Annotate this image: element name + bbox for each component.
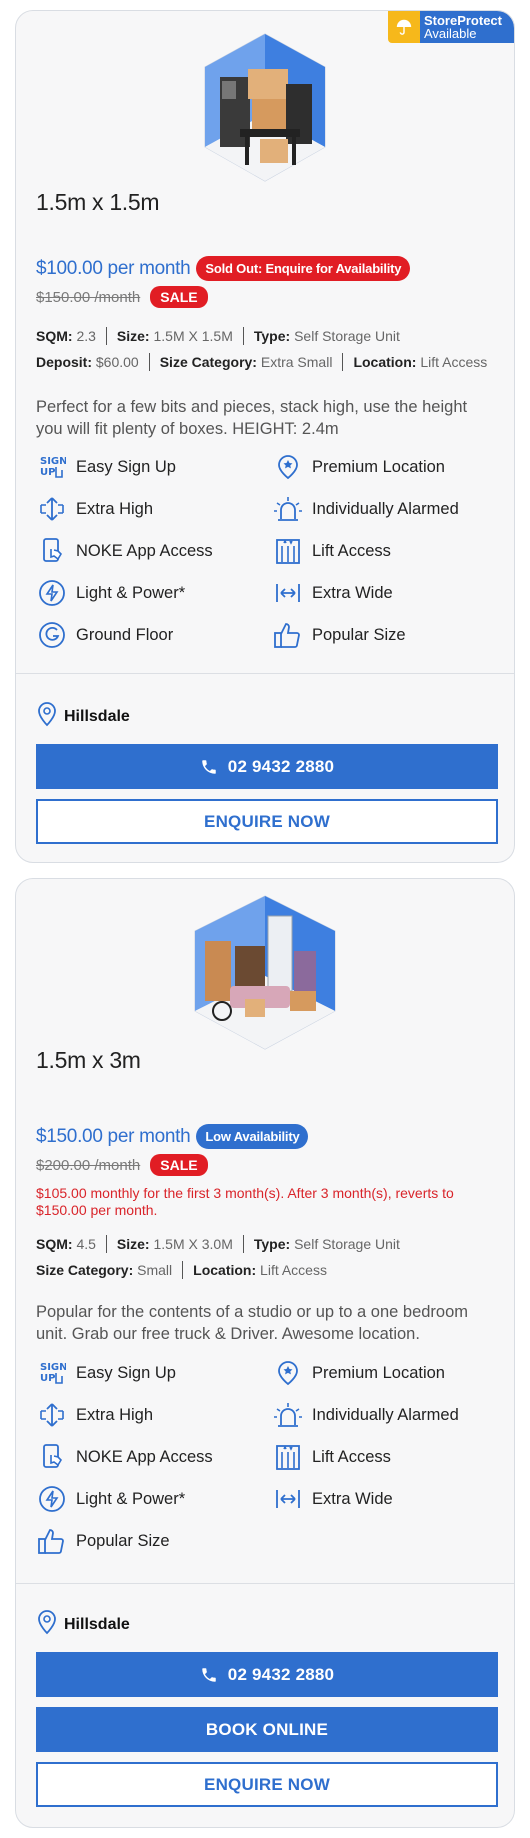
facility-location: Hillsdale bbox=[36, 701, 130, 732]
feature-item: Premium Location bbox=[272, 1359, 508, 1387]
spec-deposit: $60.00 bbox=[95, 354, 139, 370]
storage-unit-illustration bbox=[194, 895, 336, 1050]
extra-high-icon bbox=[36, 495, 68, 523]
spec-sqm: 2.3 bbox=[76, 328, 96, 344]
ground-floor-icon bbox=[36, 621, 68, 649]
extra-high-icon bbox=[36, 1401, 68, 1429]
unit-title: 1.5m x 3m bbox=[36, 1047, 141, 1073]
extra-wide-icon bbox=[272, 579, 304, 607]
sign-up-icon: SIGN UP bbox=[36, 453, 68, 481]
feature-item: SIGN UP Easy Sign Up bbox=[36, 1359, 272, 1387]
unit-card: 1.5m x 3m $150.00 per month Low Availabi… bbox=[15, 878, 515, 1828]
umbrella-icon bbox=[387, 11, 420, 43]
svg-text:SIGN: SIGN bbox=[40, 456, 66, 467]
unit-title: 1.5m x 1.5m bbox=[36, 189, 160, 215]
phone-app-icon bbox=[36, 537, 68, 565]
map-pin-icon bbox=[36, 1609, 58, 1640]
sale-badge: SALE bbox=[150, 1154, 208, 1176]
unit-card: StoreProtect Available 1.5m x 1.5m $100.… bbox=[15, 10, 515, 863]
feature-item: Extra High bbox=[36, 1401, 272, 1429]
spec-location: Lift Access bbox=[260, 1262, 327, 1278]
promo-text: $105.00 monthly for the first 3 month(s)… bbox=[36, 1185, 454, 1218]
svg-text:SIGN: SIGN bbox=[40, 1362, 66, 1373]
feature-item: Lift Access bbox=[272, 537, 508, 565]
unit-description: Popular for the contents of a studio or … bbox=[36, 1303, 469, 1343]
feature-item: Extra High bbox=[36, 495, 272, 523]
feature-item: Popular Size bbox=[36, 1527, 272, 1555]
feature-item: Extra Wide bbox=[272, 1485, 508, 1513]
feature-item: Lift Access bbox=[272, 1443, 508, 1471]
svg-text:UP: UP bbox=[40, 467, 55, 478]
lift-icon bbox=[272, 537, 304, 565]
feature-list: SIGN UP Easy Sign Up Premium Location Ext… bbox=[36, 1359, 508, 1555]
feature-item: NOKE App Access bbox=[36, 537, 272, 565]
spec-location: Lift Access bbox=[420, 354, 488, 370]
feature-item: NOKE App Access bbox=[36, 1443, 272, 1471]
lightning-icon bbox=[36, 1485, 68, 1513]
unit-specs: SQM: 2.3 Size: 1.5M X 1.5M Type: Self St… bbox=[36, 327, 497, 379]
feature-item: Light & Power* bbox=[36, 579, 272, 607]
map-pin-icon bbox=[36, 701, 58, 732]
alarm-icon bbox=[272, 495, 304, 523]
lightning-icon bbox=[36, 579, 68, 607]
thumbs-up-icon bbox=[272, 621, 304, 649]
location-badge-icon bbox=[272, 453, 304, 481]
original-price: $150.00 /month bbox=[36, 288, 141, 306]
spec-size-category: Extra Small bbox=[260, 354, 333, 370]
lift-icon bbox=[272, 1443, 304, 1471]
badge-line2: Available bbox=[423, 26, 477, 41]
spec-size: 1.5M X 1.5M bbox=[153, 328, 233, 344]
thumbs-up-icon bbox=[36, 1527, 68, 1555]
enquire-now-button[interactable]: ENQUIRE NOW bbox=[36, 799, 498, 844]
spec-size-category: Small bbox=[137, 1262, 173, 1278]
svg-text:UP: UP bbox=[40, 1373, 55, 1384]
unit-specs: SQM: 4.5 Size: 1.5M X 3.0M Type: Self St… bbox=[36, 1235, 410, 1287]
availability-badge: Low Availability bbox=[196, 1124, 309, 1149]
divider bbox=[16, 673, 514, 674]
feature-item: Extra Wide bbox=[272, 579, 508, 607]
extra-wide-icon bbox=[272, 1485, 304, 1513]
call-button[interactable]: 02 9432 2880 bbox=[36, 744, 498, 789]
facility-name: Hillsdale bbox=[64, 707, 130, 725]
location-badge-icon bbox=[272, 1359, 304, 1387]
feature-item: Premium Location bbox=[272, 453, 508, 481]
spec-size: 1.5M X 3.0M bbox=[153, 1236, 233, 1252]
phone-icon bbox=[200, 1666, 218, 1684]
call-button[interactable]: 02 9432 2880 bbox=[36, 1652, 498, 1697]
facility-name: Hillsdale bbox=[64, 1615, 130, 1633]
unit-price: $150.00 per month bbox=[36, 1125, 191, 1147]
spec-sqm: 4.5 bbox=[76, 1236, 96, 1252]
feature-item: Popular Size bbox=[272, 621, 508, 649]
unit-description: Perfect for a few bits and pieces, stack… bbox=[36, 398, 468, 438]
feature-item: Individually Alarmed bbox=[272, 1401, 508, 1429]
phone-number: 02 9432 2880 bbox=[227, 756, 335, 776]
storage-unit-illustration bbox=[204, 33, 326, 182]
storeprotect-badge: StoreProtect Available bbox=[387, 11, 514, 43]
phone-number: 02 9432 2880 bbox=[227, 1664, 335, 1684]
spec-type: Self Storage Unit bbox=[294, 328, 400, 344]
divider bbox=[16, 1583, 514, 1584]
phone-icon bbox=[200, 758, 218, 776]
book-online-button[interactable]: BOOK ONLINE bbox=[36, 1707, 498, 1752]
feature-item: Light & Power* bbox=[36, 1485, 272, 1513]
feature-item: SIGN UP Easy Sign Up bbox=[36, 453, 272, 481]
alarm-icon bbox=[272, 1401, 304, 1429]
original-price: $200.00 /month bbox=[36, 1156, 141, 1174]
feature-item: Ground Floor bbox=[36, 621, 272, 649]
unit-price: $100.00 per month bbox=[36, 257, 191, 279]
availability-badge: Sold Out: Enquire for Availability bbox=[196, 256, 411, 281]
sale-badge: SALE bbox=[150, 286, 208, 308]
feature-list: SIGN UP Easy Sign Up Premium Location Ext… bbox=[36, 453, 508, 649]
facility-location: Hillsdale bbox=[36, 1609, 130, 1640]
feature-item: Individually Alarmed bbox=[272, 495, 508, 523]
spec-type: Self Storage Unit bbox=[294, 1236, 400, 1252]
sign-up-icon: SIGN UP bbox=[36, 1359, 68, 1387]
phone-app-icon bbox=[36, 1443, 68, 1471]
enquire-now-button[interactable]: ENQUIRE NOW bbox=[36, 1762, 498, 1807]
